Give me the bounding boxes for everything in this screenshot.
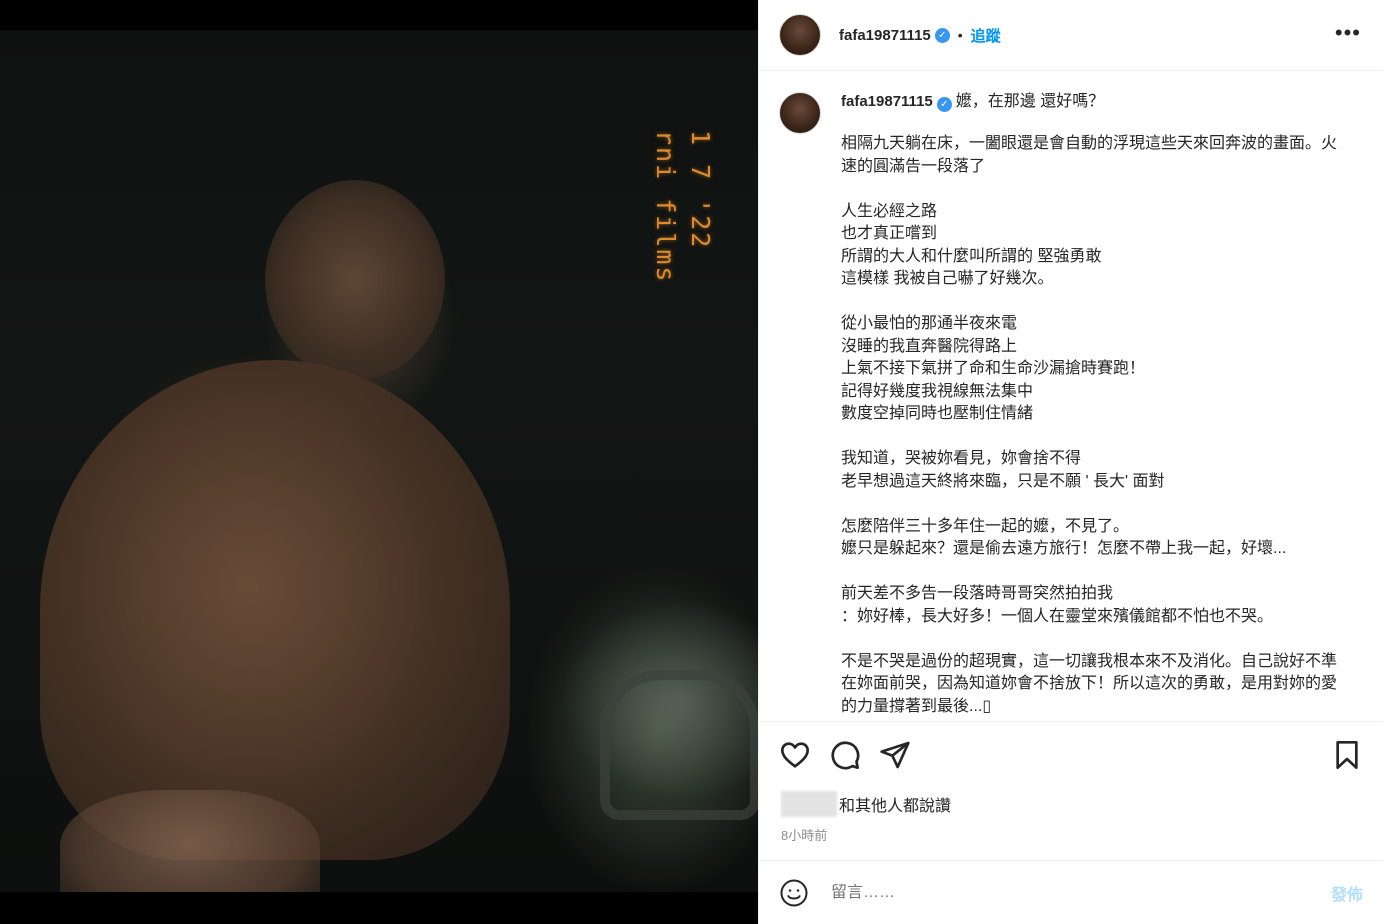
caption-opening: 嬤，在那邊 還好嗎？	[955, 93, 1105, 110]
post-detail-panel: fafa19871115 ✓ • 追蹤 ••• fafa19871115 ✓ 嬤，在…	[758, 0, 1383, 924]
emoji-icon[interactable]	[779, 878, 809, 908]
more-options-icon[interactable]: •••	[1335, 22, 1361, 44]
separator-dot: •	[957, 27, 963, 43]
blurred-liker-name	[781, 791, 837, 817]
header-username[interactable]: fafa19871115	[839, 27, 931, 44]
caption-body: fafa19871115 ✓ 嬤，在那邊 還好嗎？ 相隔九天躺在床，一闔眼還是會自動…	[841, 90, 1341, 718]
send-icon[interactable]	[879, 739, 911, 771]
caption-avatar[interactable]	[779, 92, 821, 134]
hair-bun	[265, 180, 445, 380]
caption-row: fafa19871115 ✓ 嬤，在那邊 還好嗎？ 相隔九天躺在床，一闔眼還是會自動…	[779, 90, 1363, 718]
follow-button[interactable]: 追蹤	[971, 25, 1001, 46]
film-stamp-brand: rni films	[651, 130, 680, 284]
post-timestamp[interactable]: 8小時前	[781, 825, 827, 844]
post-header: fafa19871115 ✓ • 追蹤 •••	[759, 0, 1383, 71]
action-bar	[779, 735, 1363, 780]
hair	[40, 360, 510, 860]
film-stamp-date: 1 7 '22	[686, 130, 715, 250]
bookmark-icon[interactable]	[1331, 739, 1363, 771]
likes-text: 和其他人都說讚	[839, 798, 952, 815]
film-date-stamp: 1 7 '22 rni films	[640, 130, 730, 360]
car-headrest	[600, 670, 758, 820]
comment-input[interactable]	[831, 883, 1331, 902]
avatar[interactable]	[779, 14, 821, 56]
caption-username[interactable]: fafa19871115	[841, 93, 933, 110]
post-media: 1 7 '22 rni films	[0, 0, 758, 924]
comment-bar: 發佈	[759, 860, 1383, 924]
caption-text: 相隔九天躺在床，一闔眼還是會自動的浮現這些天來回奔波的畫面。火速的圓滿告一段落了…	[841, 135, 1338, 715]
caption-area[interactable]: fafa19871115 ✓ 嬤，在那邊 還好嗎？ 相隔九天躺在床，一闔眼還是會自動…	[759, 72, 1383, 722]
comment-icon[interactable]	[829, 739, 861, 771]
caption-first-line: fafa19871115 ✓ 嬤，在那邊 還好嗎？	[841, 90, 1341, 113]
post-photo[interactable]: 1 7 '22 rni films	[0, 30, 758, 892]
post-comment-button[interactable]: 發佈	[1331, 881, 1363, 905]
verified-badge-icon: ✓	[936, 97, 952, 112]
likes-summary[interactable]: 和其他人都說讚	[781, 791, 951, 817]
heart-icon[interactable]	[779, 739, 811, 771]
hands	[60, 790, 320, 892]
verified-badge-icon: ✓	[934, 27, 950, 43]
